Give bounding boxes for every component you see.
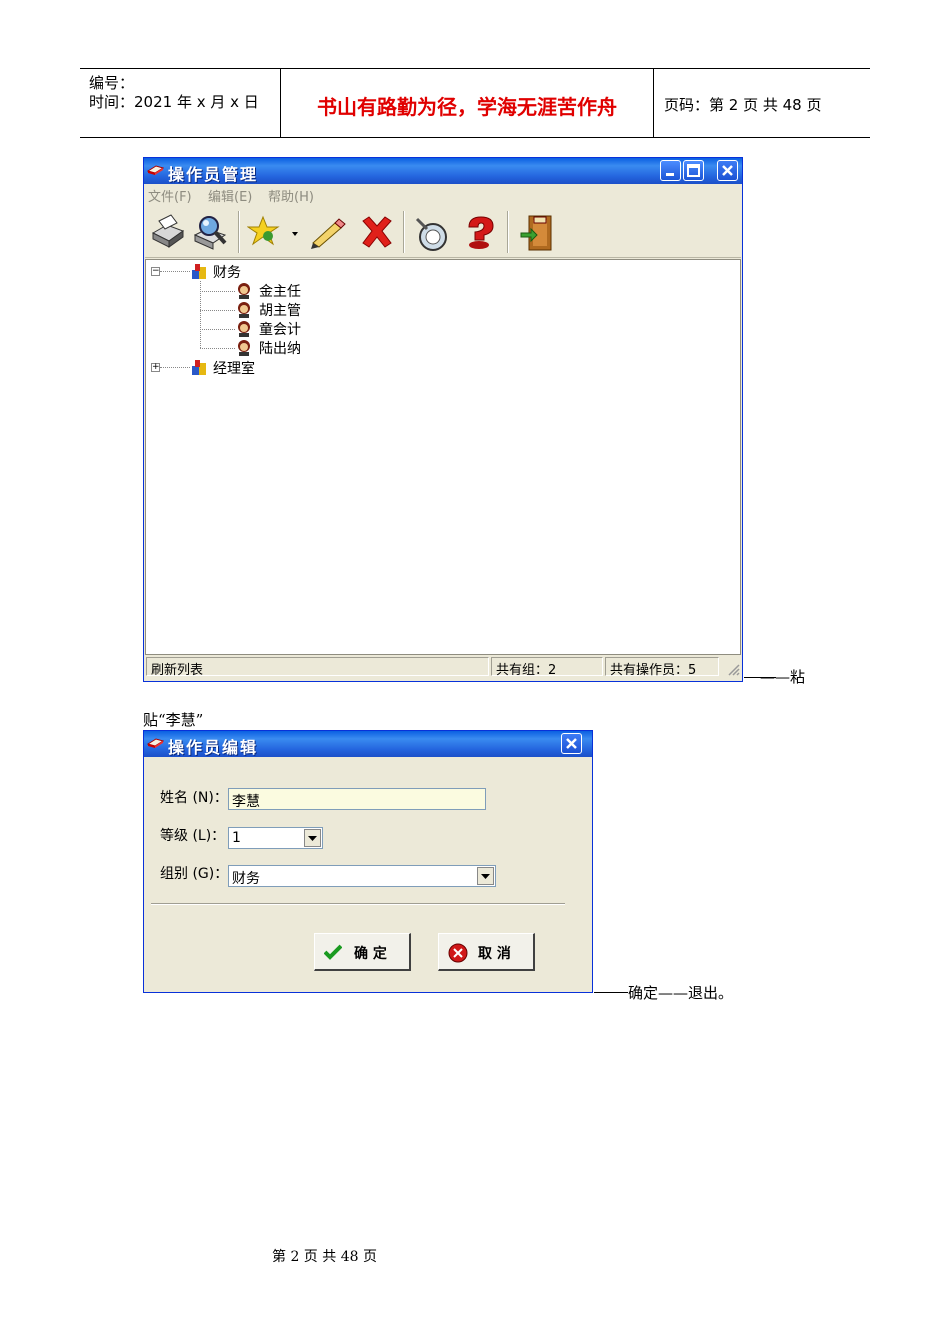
ok-button[interactable]: 确 定 (314, 933, 411, 971)
chevron-down-icon (308, 836, 317, 841)
tree-node-group[interactable]: 财务 (213, 262, 241, 282)
menu-help[interactable]: 帮助(H) (268, 186, 314, 205)
toolbar-separator (238, 211, 240, 253)
header-page-cell: 页码：第 2 页 共 48 页 (654, 69, 870, 137)
group-icon (192, 264, 206, 279)
maximize-button[interactable] (683, 160, 704, 181)
tree-line (160, 367, 190, 368)
dialog-title: 操作员编辑 (168, 738, 259, 757)
check-icon (324, 944, 342, 960)
user-icon (238, 302, 250, 318)
annotation-text: 确定——退出。 (628, 984, 734, 1002)
operator-tree[interactable]: − 财务 金主任 胡主管 童会计 陆出纳 + 经理室 (145, 259, 741, 655)
level-label: 等级 (L)： (160, 828, 226, 844)
toolbar-separator (507, 211, 509, 253)
annotation-line (594, 992, 628, 993)
menu-edit[interactable]: 编辑(E) (208, 186, 252, 205)
operator-manager-window: 操作员管理 文件(F) 编辑(E) 帮助(H) − 财务 金主任 胡主管 童会计… (143, 157, 743, 682)
add-icon[interactable] (247, 213, 287, 253)
close-icon (566, 738, 577, 749)
search-icon[interactable] (191, 213, 231, 253)
group-dropdown-button[interactable] (477, 867, 494, 885)
chevron-down-icon (481, 874, 490, 879)
page-header: 编号： 时间：2021 年 x 月 x 日 书山有路勤为径，学海无涯苦作舟 页码… (80, 68, 870, 138)
cancel-label: 取 消 (478, 946, 511, 962)
minimize-button[interactable] (660, 160, 681, 181)
print-icon[interactable] (147, 213, 187, 253)
group-label: 组别 (G)： (160, 866, 229, 882)
resize-grip-icon[interactable] (727, 663, 740, 676)
tree-line (200, 348, 235, 349)
locate-icon[interactable] (411, 213, 451, 253)
motto: 书山有路勤为径，学海无涯苦作舟 (317, 95, 617, 119)
name-label: 姓名 (N)： (160, 790, 228, 806)
time-label: 时间：2021 年 x 月 x 日 (89, 93, 259, 111)
user-icon (238, 321, 250, 337)
help-icon[interactable] (459, 213, 499, 253)
level-value: 1 (232, 830, 241, 846)
user-icon (238, 283, 250, 299)
group-select[interactable]: 财务 (228, 865, 496, 887)
name-input[interactable]: 李慧 (228, 788, 486, 810)
ok-label: 确 定 (354, 946, 387, 962)
cancel-icon (448, 943, 468, 963)
expand-toggle[interactable]: + (151, 363, 160, 372)
group-icon (192, 360, 206, 375)
operator-edit-dialog: 操作员编辑 姓名 (N)： 李慧 等级 (L)： 1 组别 (G)： 财务 确 … (143, 730, 593, 993)
menu-bar: 文件(F) 编辑(E) 帮助(H) (145, 184, 741, 205)
app-icon (147, 165, 164, 175)
cancel-button[interactable]: 取 消 (438, 933, 535, 971)
exit-icon[interactable] (519, 213, 559, 253)
group-value: 财务 (232, 871, 260, 887)
toolbar (145, 205, 741, 258)
chevron-down-icon[interactable] (291, 231, 299, 237)
page-footer: 第 2 页 共 48 页 (272, 1249, 377, 1265)
number-label: 编号： (89, 74, 135, 92)
level-dropdown-button[interactable] (304, 829, 321, 847)
tree-node-user[interactable]: 童会计 (259, 319, 301, 339)
tree-node-group[interactable]: 经理室 (213, 358, 255, 378)
window-title: 操作员管理 (168, 165, 259, 184)
annotation-text: 贴“李慧” (143, 711, 204, 729)
tree-node-user[interactable]: 胡主管 (259, 300, 301, 320)
tree-line (200, 310, 235, 311)
app-icon (147, 738, 164, 748)
tree-line (160, 271, 190, 272)
tree-line (200, 329, 235, 330)
header-left-cell: 编号： 时间：2021 年 x 月 x 日 (80, 69, 281, 137)
user-icon (238, 340, 250, 356)
title-bar[interactable]: 操作员管理 (144, 158, 742, 184)
minimize-icon (666, 173, 674, 176)
collapse-toggle[interactable]: − (151, 267, 160, 276)
annotation-text: ——粘 (760, 668, 806, 686)
header-motto-cell: 书山有路勤为径，学海无涯苦作舟 (281, 69, 654, 137)
tree-line (200, 291, 235, 292)
status-group-count: 共有组：2 (491, 657, 603, 678)
delete-icon[interactable] (357, 213, 397, 253)
toolbar-separator (403, 211, 405, 253)
level-select[interactable]: 1 (228, 827, 323, 849)
close-icon (722, 165, 733, 176)
title-bar[interactable]: 操作员编辑 (144, 731, 592, 757)
menu-file[interactable]: 文件(F) (148, 186, 192, 205)
close-button[interactable] (561, 733, 582, 754)
maximize-icon (687, 164, 700, 177)
close-button[interactable] (717, 160, 738, 181)
divider (151, 903, 565, 905)
status-operator-count: 共有操作员：5 (605, 657, 719, 678)
tree-node-user[interactable]: 陆出纳 (259, 338, 301, 358)
page-info: 页码：第 2 页 共 48 页 (664, 96, 822, 114)
status-bar: 刷新列表 共有组：2 共有操作员：5 (145, 655, 741, 679)
edit-icon[interactable] (307, 213, 347, 253)
tree-node-user[interactable]: 金主任 (259, 281, 301, 301)
status-message: 刷新列表 (146, 657, 489, 678)
